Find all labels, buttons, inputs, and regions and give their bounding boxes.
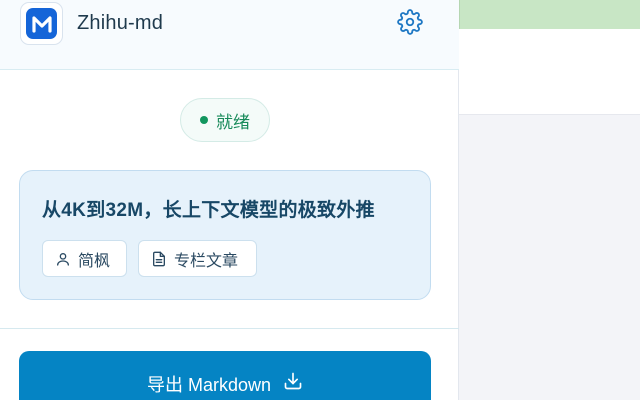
app-logo: [20, 2, 63, 45]
download-icon: [284, 372, 302, 390]
extension-side-panel: Zhihu-md 就绪 从4K到32M，长上下文模型的极致外推 简枫 专栏文章 …: [0, 0, 459, 400]
status-text: 就绪: [216, 112, 250, 132]
panel-header: Zhihu-md: [0, 0, 459, 70]
article-card: 从4K到32M，长上下文模型的极致外推 简枫 专栏文章: [19, 170, 431, 300]
app-title: Zhihu-md: [77, 12, 164, 34]
article-title: 从4K到32M，长上下文模型的极致外推: [42, 200, 375, 221]
article-type-tag[interactable]: 专栏文章: [138, 240, 257, 277]
export-button-label: 导出 Markdown: [146, 375, 272, 395]
document-icon: [153, 251, 165, 266]
section-divider: [0, 328, 459, 329]
markdown-logo-icon: [26, 8, 57, 39]
background-page-card: [459, 29, 640, 115]
author-tag[interactable]: 简枫: [42, 240, 127, 277]
background-page-banner: [459, 0, 640, 29]
user-icon: [57, 252, 69, 266]
settings-button[interactable]: [396, 8, 424, 36]
author-name: 简枫: [78, 252, 111, 270]
status-dot: [200, 116, 208, 124]
gear-icon: [397, 9, 423, 35]
status-badge: 就绪: [180, 98, 270, 142]
export-markdown-button[interactable]: 导出 Markdown: [19, 351, 431, 400]
article-type-label: 专栏文章: [174, 252, 239, 270]
